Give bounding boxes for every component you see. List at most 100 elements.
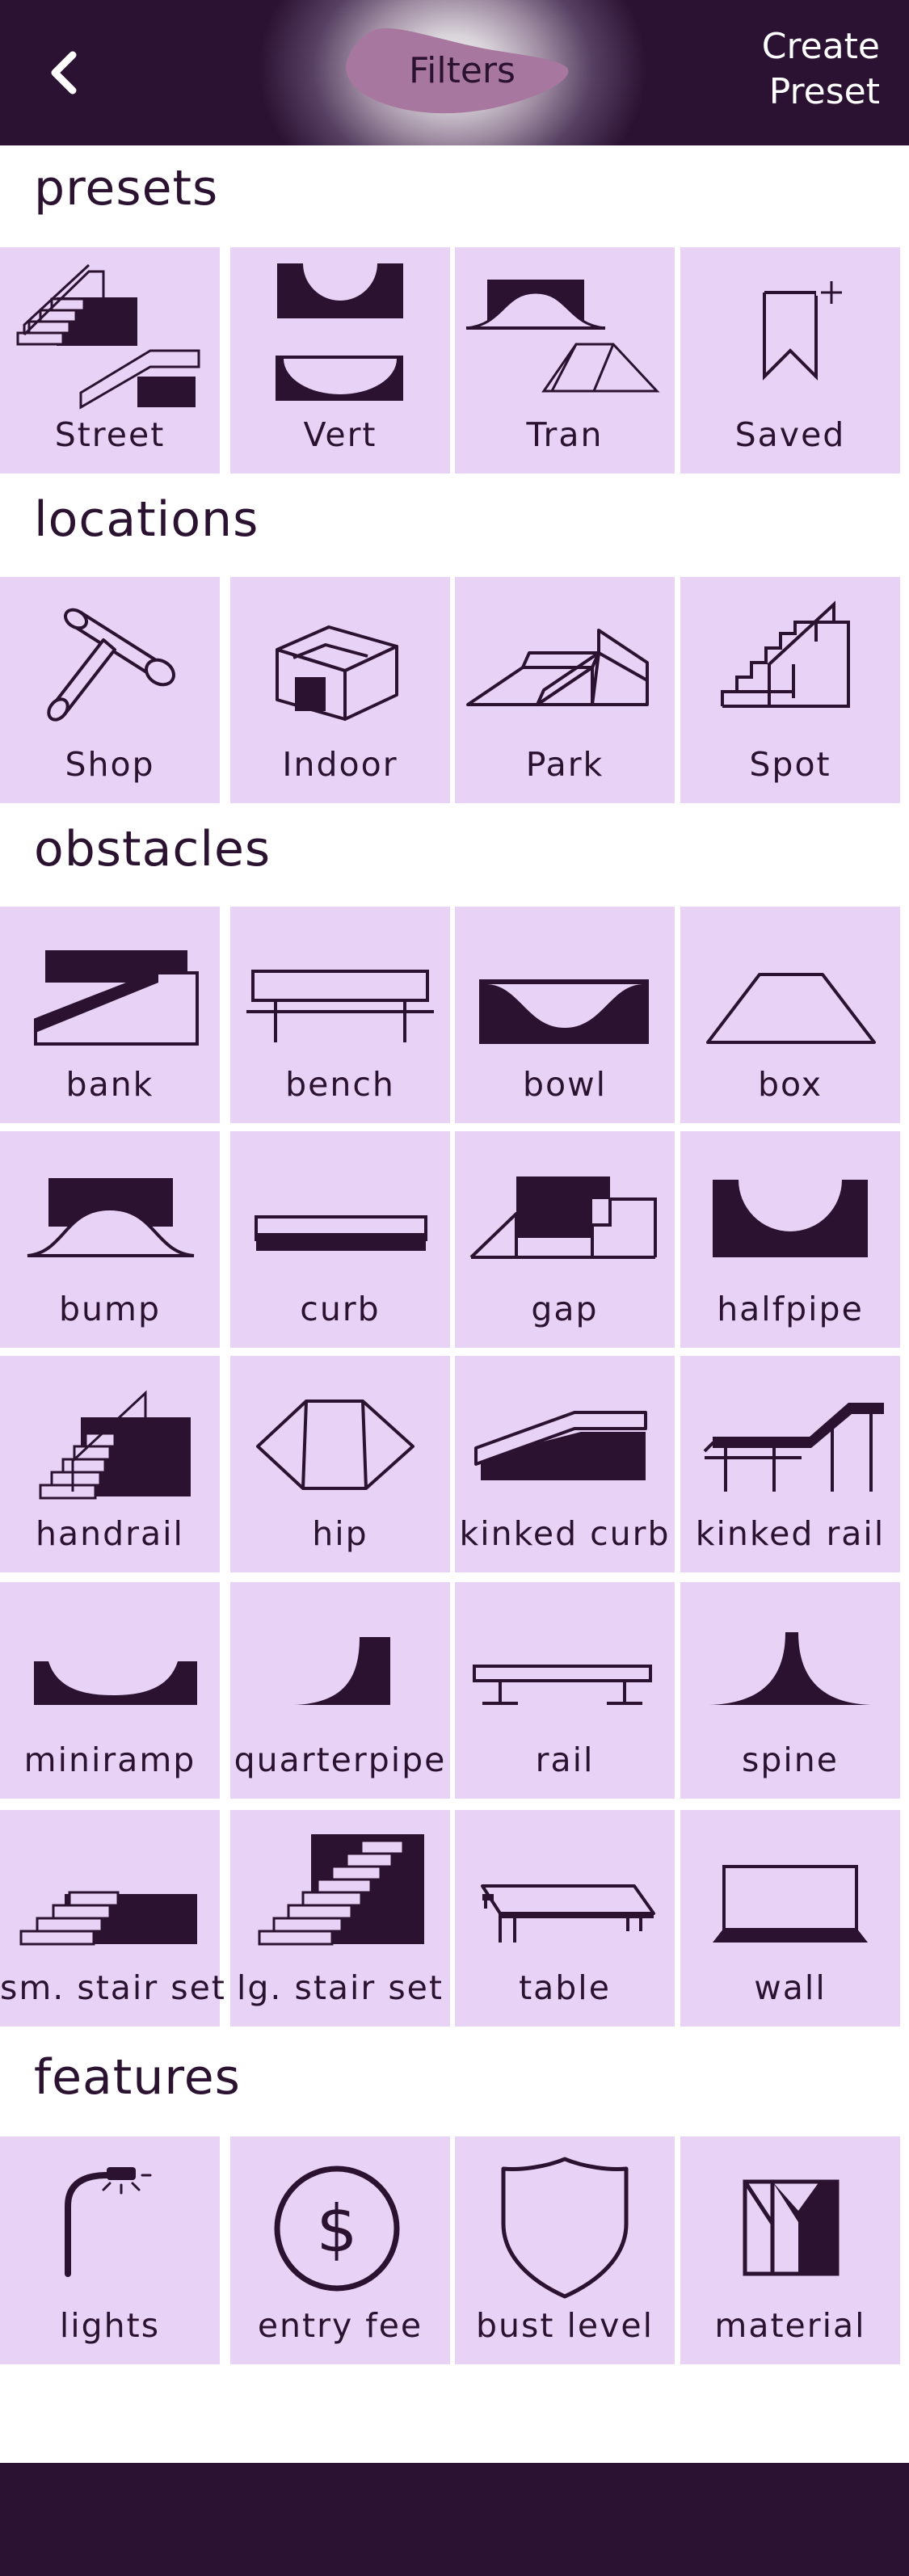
obstacle-tile-kinked-rail[interactable]: kinked rail xyxy=(680,1356,900,1572)
page-title: Filters xyxy=(339,18,574,123)
obstacle-label-halfpipe: halfpipe xyxy=(717,1290,864,1328)
vert-ramp-icon xyxy=(276,263,403,401)
gap-icon xyxy=(469,1176,657,1259)
obstacle-tile-spine[interactable]: spine xyxy=(680,1582,900,1799)
street-stairs-icon xyxy=(16,263,200,410)
obstacle-label-bowl: bowl xyxy=(522,1065,608,1104)
preset-label-saved: Saved xyxy=(734,415,846,454)
feature-tile-material[interactable]: material xyxy=(680,2136,900,2364)
building-icon xyxy=(276,625,398,721)
obstacle-label-small-stair-set: sm. stair set xyxy=(0,1968,226,2007)
bookmark-plus-icon xyxy=(763,281,842,381)
preset-label-tran: Tran xyxy=(526,415,604,454)
obstacle-tile-bank[interactable]: bank xyxy=(0,907,220,1123)
chevron-left-icon xyxy=(51,51,77,95)
obstacle-label-kinked-rail: kinked rail xyxy=(695,1514,886,1553)
obstacle-label-curb: curb xyxy=(300,1290,381,1328)
obstacle-tile-box[interactable]: box xyxy=(680,907,900,1123)
location-label-indoor: Indoor xyxy=(282,745,398,784)
bump-icon xyxy=(27,1178,195,1257)
street-light-icon xyxy=(65,2167,152,2277)
large-stair-set-icon xyxy=(258,1834,424,1946)
handrail-icon xyxy=(39,1390,191,1500)
location-tile-indoor[interactable]: Indoor xyxy=(230,577,450,803)
obstacle-tile-halfpipe[interactable]: halfpipe xyxy=(680,1131,900,1348)
obstacle-tile-handrail[interactable]: handrail xyxy=(0,1356,220,1572)
obstacle-tile-kinked-curb[interactable]: kinked curb xyxy=(455,1356,675,1572)
obstacle-label-bench: bench xyxy=(285,1065,395,1104)
obstacle-label-box: box xyxy=(757,1065,823,1104)
obstacle-label-miniramp: miniramp xyxy=(23,1740,196,1779)
location-tile-park[interactable]: Park xyxy=(455,577,675,803)
obstacle-tile-bench[interactable]: bench xyxy=(230,907,450,1123)
quarterpipe-icon xyxy=(293,1637,390,1705)
dollar-icon: $ xyxy=(274,2166,400,2292)
preset-tile-street[interactable]: Street xyxy=(0,247,220,474)
feature-label-bust-level: bust level xyxy=(476,2306,654,2345)
bowl-icon xyxy=(479,979,649,1044)
location-label-shop: Shop xyxy=(65,745,155,784)
obstacle-tile-rail[interactable]: rail xyxy=(455,1582,675,1799)
box-icon xyxy=(706,973,876,1044)
location-tile-spot[interactable]: Spot xyxy=(680,577,900,803)
feature-label-entry-fee: entry fee xyxy=(257,2306,423,2345)
obstacle-tile-quarterpipe[interactable]: quarterpipe xyxy=(230,1582,450,1799)
obstacle-label-rail: rail xyxy=(535,1740,595,1779)
bench-icon xyxy=(246,970,434,1042)
section-title-locations: locations xyxy=(34,491,259,548)
feature-tile-entry-fee[interactable]: $ entry fee xyxy=(230,2136,450,2364)
section-title-features: features xyxy=(34,2049,241,2106)
obstacle-label-table: table xyxy=(519,1968,611,2007)
skate-tool-icon xyxy=(47,608,175,722)
obstacle-label-kinked-curb: kinked curb xyxy=(459,1514,671,1553)
obstacle-tile-small-stair-set[interactable]: sm. stair set xyxy=(0,1810,226,2027)
obstacle-label-quarterpipe: quarterpipe xyxy=(234,1740,447,1779)
obstacle-tile-gap[interactable]: gap xyxy=(455,1131,675,1348)
spine-icon xyxy=(709,1632,871,1705)
small-stair-set-icon xyxy=(19,1891,197,1946)
footer-bar xyxy=(0,2463,909,2576)
halfpipe-icon xyxy=(713,1180,868,1257)
create-preset-label: Create Preset xyxy=(761,26,880,112)
kinked-curb-icon xyxy=(474,1411,647,1480)
preset-tile-tran[interactable]: Tran xyxy=(455,247,675,474)
feature-tile-lights[interactable]: lights xyxy=(0,2136,220,2364)
obstacle-label-wall: wall xyxy=(754,1968,827,2007)
material-icon xyxy=(743,2179,840,2276)
preset-tile-vert[interactable]: Vert xyxy=(230,247,450,474)
obstacle-tile-wall[interactable]: wall xyxy=(680,1810,900,2027)
obstacle-tile-large-stair-set[interactable]: lg. stair set xyxy=(230,1810,450,2027)
feature-tile-bust-level[interactable]: bust level xyxy=(455,2136,675,2364)
wall-icon xyxy=(713,1865,868,1943)
header-bar: Filters Create Preset xyxy=(0,0,909,145)
preset-label-street: Street xyxy=(54,415,166,454)
preset-tile-saved[interactable]: Saved xyxy=(680,247,900,474)
obstacle-tile-hip[interactable]: hip xyxy=(230,1356,450,1572)
feature-label-lights: lights xyxy=(59,2306,161,2345)
section-title-presets: presets xyxy=(34,160,219,217)
obstacle-tile-bowl[interactable]: bowl xyxy=(455,907,675,1123)
feature-label-material: material xyxy=(714,2306,866,2345)
back-button[interactable] xyxy=(39,40,87,105)
obstacle-tile-table[interactable]: table xyxy=(455,1810,675,2027)
shield-icon xyxy=(501,2157,629,2299)
svg-text:$: $ xyxy=(317,2191,358,2267)
preset-label-vert: Vert xyxy=(303,415,377,454)
rail-icon xyxy=(473,1665,652,1705)
stair-spot-icon xyxy=(721,600,850,708)
obstacle-tile-curb[interactable]: curb xyxy=(230,1131,450,1348)
obstacle-tile-bump[interactable]: bump xyxy=(0,1131,220,1348)
hip-icon xyxy=(256,1400,415,1490)
create-preset-button[interactable]: Create Preset xyxy=(726,24,880,115)
obstacle-label-bank: bank xyxy=(65,1065,154,1104)
curb-icon xyxy=(255,1215,427,1251)
obstacle-tile-miniramp[interactable]: miniramp xyxy=(0,1582,220,1799)
location-tile-shop[interactable]: Shop xyxy=(0,577,220,803)
transition-icon xyxy=(465,280,660,393)
obstacle-label-bump: bump xyxy=(59,1290,161,1328)
obstacle-label-gap: gap xyxy=(531,1290,599,1328)
skatepark-icon xyxy=(466,629,649,706)
table-icon xyxy=(481,1884,655,1943)
miniramp-icon xyxy=(34,1661,197,1705)
location-label-spot: Spot xyxy=(749,745,831,784)
